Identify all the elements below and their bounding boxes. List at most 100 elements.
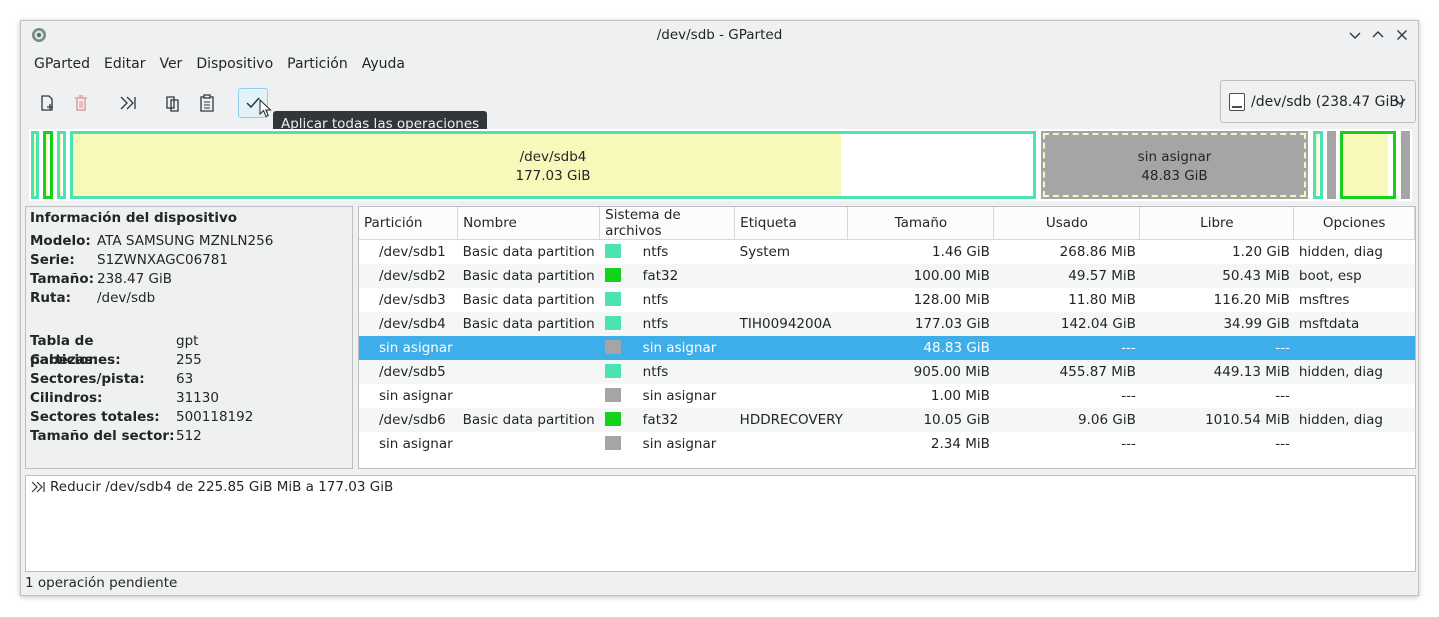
cell-libre-text: 50.43 MiB [1222,267,1290,284]
cell-libre-text: --- [1275,387,1290,404]
cell-particion-text: sin asignar [379,435,453,452]
cell-libre: 1.20 GiB [1140,240,1294,264]
cell-nombre-text: Basic data partition [462,267,595,284]
paste-button[interactable] [192,88,222,118]
cell-opciones: boot, esp [1293,263,1415,288]
delete-icon [75,95,87,111]
disk-segment[interactable] [57,131,66,199]
paste-icon [200,94,214,112]
table-row[interactable]: /dev/sdb4 Basic data partition ntfs TIH0094… [359,311,1415,336]
chevron-down-icon [1394,98,1406,105]
disk-segment[interactable] [1401,131,1410,199]
disk-segment[interactable]: sin asignar 48.83 GiB [1041,131,1308,199]
menu-particion[interactable]: Partición [280,54,355,76]
device-info-key: Modelo: [30,233,91,249]
segment-name: /dev/sdb4 [519,149,587,165]
maximize-button[interactable] [1368,25,1388,45]
disk-map: /dev/sdb4 177.03 GiB sin asignar 48.83 GiB [29,129,1412,201]
cell-sistema-archivos-text: sin asignar [642,435,717,452]
table-row[interactable]: sin asignar sin asignar 48.83 GiB --- --- [359,335,1415,360]
table-row[interactable]: /dev/sdb3 Basic data partition ntfs 128.00 … [359,288,1415,312]
pending-operations-panel: Reducir /dev/sdb4 de 225.85 GiB MiB a 17… [25,475,1416,572]
cell-etiqueta [734,335,848,360]
table-row[interactable]: /dev/sdb5 ntfs 905.00 MiB 455.87 MiB 449.13 … [359,359,1415,384]
device-info-key: Cabezas: [30,352,99,368]
disk-segment-label: sin asignar 48.83 GiB [1041,148,1308,186]
cell-particion: /dev/sdb5 [359,359,458,384]
disk-segment[interactable]: /dev/sdb4 177.03 GiB [70,131,1036,199]
table-row[interactable]: sin asignar sin asignar 1.00 MiB --- --- [359,384,1415,408]
cell-opciones-text: hidden, diag [1298,363,1383,380]
col-nombre[interactable]: Nombre [457,207,601,240]
window-title: /dev/sdb - GParted [656,27,783,43]
cell-nombre-text: Basic data partition [462,291,595,308]
col-tamano[interactable]: Tamaño [847,207,995,240]
close-button[interactable] [1392,25,1412,45]
device-info-value: /dev/sdb [97,290,156,306]
table-row[interactable]: sin asignar sin asignar 2.34 MiB --- --- [359,432,1415,456]
disk-segment[interactable] [43,131,53,199]
table-row[interactable]: /dev/sdb1 Basic data partition ntfs System 1… [359,240,1415,264]
disk-segment[interactable] [31,131,39,199]
partition-outline [1313,131,1323,199]
minimize-button[interactable] [1345,25,1365,45]
cell-etiqueta [734,359,848,384]
menu-editar[interactable]: Editar [97,54,152,76]
device-info-value: 512 [176,428,202,444]
delete-partition-button[interactable] [66,88,96,118]
cell-nombre: Basic data partition [458,240,600,264]
col-usado[interactable]: Usado [993,207,1141,240]
cell-usado: --- [994,384,1140,408]
cell-sistema-archivos-text: ntfs [642,291,669,308]
resize-move-button[interactable] [113,88,143,118]
cell-sistema-archivos-text: ntfs [642,363,669,380]
menu-dispositivo[interactable]: Dispositivo [189,54,280,76]
cell-sistema-archivos: ntfs [599,311,735,336]
cell-etiqueta: System [735,240,848,264]
device-info-value: 500118192 [176,409,254,425]
cell-usado: 455.87 MiB [993,359,1140,384]
col-particion[interactable]: Partición [359,207,459,240]
operation-item[interactable]: Reducir /dev/sdb4 de 225.85 GiB MiB a 17… [30,479,1411,495]
cell-libre-text: 1010.54 MiB [1205,411,1290,428]
menu-ver[interactable]: Ver [152,54,189,76]
cell-usado-text: 9.06 GiB [1078,411,1136,428]
cell-sistema-archivos: ntfs [599,359,735,384]
cell-tamano: 48.83 GiB [847,335,994,360]
cell-etiqueta [734,263,848,288]
cell-etiqueta [735,288,848,312]
disk-segment[interactable] [1340,131,1396,199]
cell-libre-text: --- [1275,339,1290,356]
cell-particion-text: /dev/sdb6 [379,411,446,428]
new-partition-button[interactable] [32,88,62,118]
drive-icon [1229,92,1245,111]
cell-libre: --- [1140,384,1294,408]
copy-icon [166,96,179,112]
cell-particion-text: /dev/sdb4 [379,315,446,332]
cell-tamano: 2.34 MiB [848,432,994,456]
cell-opciones-text: msftres [1298,291,1350,308]
cell-opciones: msftres [1294,288,1415,312]
cell-opciones: hidden, diag [1293,407,1415,432]
cell-opciones: hidden, diag [1293,359,1415,384]
col-libre[interactable]: Libre [1139,207,1295,240]
disk-segment[interactable] [1327,131,1336,199]
cell-tamano: 177.03 GiB [847,311,994,336]
col-opciones[interactable]: Opciones [1293,207,1415,240]
cell-nombre: Basic data partition [457,407,600,432]
close-icon [1397,30,1407,40]
copy-button[interactable] [158,88,188,118]
device-selector[interactable]: /dev/sdb (238.47 GiB) [1220,80,1416,123]
col-sistema-archivos[interactable]: Sistema de archivos [599,207,736,240]
table-row[interactable]: /dev/sdb2 Basic data partition fat32 100.00… [359,263,1415,288]
cell-tamano-text: 2.34 MiB [930,435,990,452]
menu-gparted[interactable]: GParted [27,54,97,76]
col-etiqueta[interactable]: Etiqueta [734,207,849,240]
cell-nombre-text: Basic data partition [462,411,595,428]
cell-sistema-archivos: sin asignar [600,432,735,456]
partition-outline [43,131,53,199]
disk-segment[interactable] [1313,131,1323,199]
table-row[interactable]: /dev/sdb6 Basic data partition fat32 HDDREC… [359,407,1415,432]
menu-ayuda[interactable]: Ayuda [355,54,412,76]
cell-etiqueta [735,384,848,408]
